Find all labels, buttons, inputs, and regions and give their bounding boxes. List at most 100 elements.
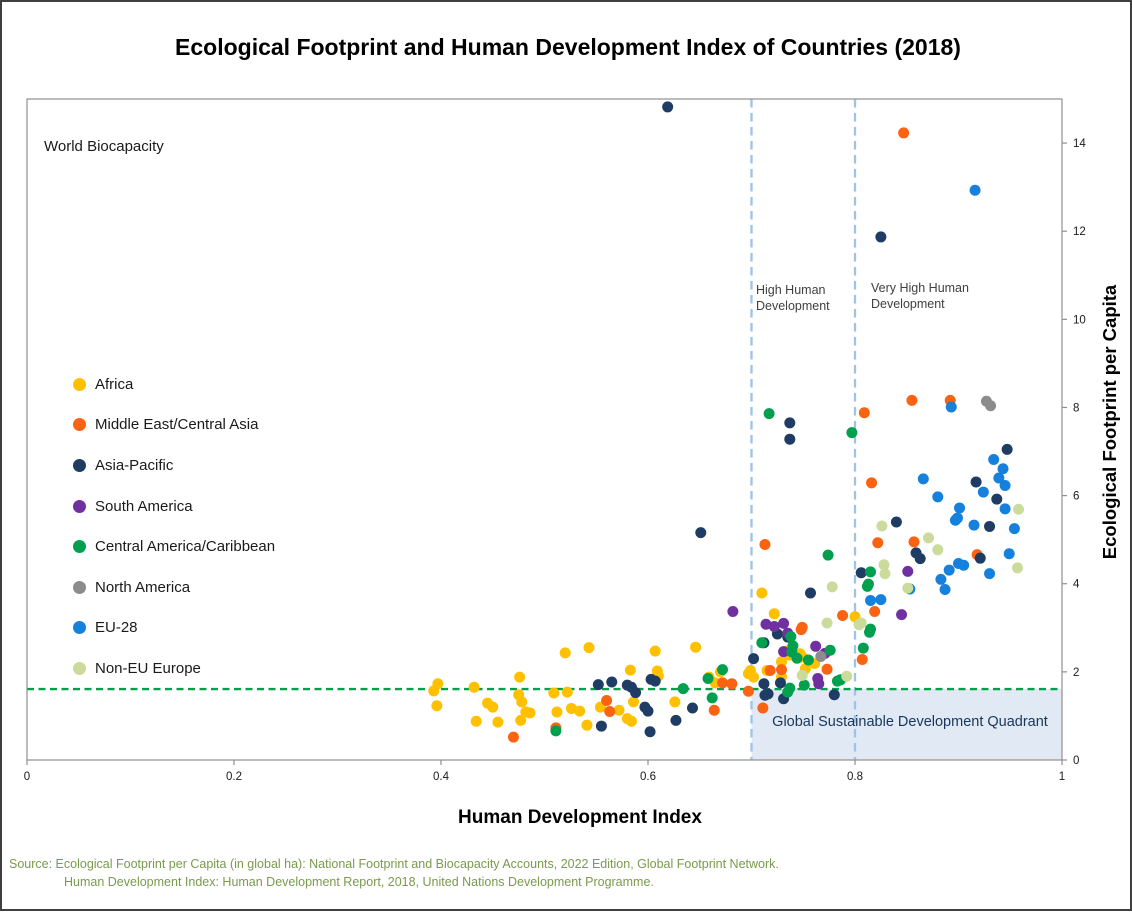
data-point	[822, 664, 833, 675]
chart-legend: AfricaMiddle East/Central AsiaAsia-Pacif…	[73, 364, 275, 689]
data-point	[769, 621, 780, 632]
data-point	[958, 560, 969, 571]
data-point	[932, 544, 943, 555]
data-point	[944, 565, 955, 576]
data-point	[805, 587, 816, 598]
data-point	[593, 679, 604, 690]
data-point	[865, 624, 876, 635]
data-point	[743, 686, 754, 697]
data-point	[606, 677, 617, 688]
data-point	[985, 400, 996, 411]
data-point	[896, 609, 907, 620]
data-point	[550, 725, 561, 736]
world-biocapacity-label: World Biocapacity	[44, 138, 164, 155]
y-tick-label: 2	[1073, 667, 1079, 679]
legend-label: Africa	[95, 376, 133, 393]
data-point	[690, 642, 701, 653]
legend-label: North America	[95, 579, 190, 596]
data-point	[856, 567, 867, 578]
data-point	[869, 606, 880, 617]
data-point	[643, 706, 654, 717]
x-axis-title: Human Development Index	[458, 807, 702, 829]
data-point	[548, 688, 559, 699]
data-point	[858, 643, 869, 654]
legend-dot-icon	[73, 621, 86, 634]
x-tick-label: 0.2	[226, 771, 242, 783]
data-point	[645, 726, 656, 737]
data-point	[784, 417, 795, 428]
data-point	[604, 706, 615, 717]
data-point	[431, 700, 442, 711]
data-point	[492, 717, 503, 728]
data-point	[765, 665, 776, 676]
data-point	[823, 550, 834, 561]
data-point	[813, 678, 824, 689]
data-point	[880, 568, 891, 579]
data-point	[775, 677, 786, 688]
data-point	[784, 434, 795, 445]
data-point	[991, 494, 1002, 505]
legend-item: Non-EU Europe	[73, 648, 275, 689]
legend-dot-icon	[73, 540, 86, 553]
data-point	[891, 517, 902, 528]
data-point	[984, 521, 995, 532]
legend-dot-icon	[73, 662, 86, 675]
data-point	[902, 566, 913, 577]
data-point	[759, 539, 770, 550]
data-point	[923, 532, 934, 543]
data-point	[969, 520, 980, 531]
data-point	[1012, 562, 1023, 573]
page-title: Ecological Footprint and Human Developme…	[2, 34, 1132, 61]
data-point	[825, 645, 836, 656]
legend-item: Africa	[73, 364, 275, 405]
data-point	[764, 408, 775, 419]
data-point	[908, 536, 919, 547]
legend-dot-icon	[73, 418, 86, 431]
legend-label: Asia-Pacific	[95, 457, 173, 474]
x-tick-label: 0.6	[640, 771, 656, 783]
data-point	[797, 670, 808, 681]
legend-item: Asia-Pacific	[73, 445, 275, 486]
data-point	[487, 702, 498, 713]
data-point	[829, 689, 840, 700]
data-point	[898, 127, 909, 138]
data-point	[865, 566, 876, 577]
legend-item: North America	[73, 567, 275, 608]
data-point	[988, 454, 999, 465]
legend-dot-icon	[73, 500, 86, 513]
data-point	[432, 678, 443, 689]
data-point	[1000, 503, 1011, 514]
high-human-development-label: High Human Development	[756, 283, 846, 314]
data-point	[662, 101, 673, 112]
data-point	[758, 678, 769, 689]
data-point	[581, 720, 592, 731]
data-point	[1013, 504, 1024, 515]
data-point	[748, 672, 759, 683]
legend-label: South America	[95, 498, 193, 515]
data-point	[799, 680, 810, 691]
data-point	[970, 185, 981, 196]
data-point	[508, 732, 519, 743]
data-point	[792, 653, 803, 664]
data-point	[872, 537, 883, 548]
data-point	[859, 407, 870, 418]
data-point	[678, 683, 689, 694]
data-point	[1009, 523, 1020, 534]
data-point	[514, 672, 525, 683]
x-tick-label: 0.8	[847, 771, 863, 783]
data-point	[906, 395, 917, 406]
y-tick-label: 4	[1073, 579, 1080, 591]
legend-item: EU-28	[73, 608, 275, 649]
data-point	[846, 427, 857, 438]
data-point	[562, 687, 573, 698]
data-point	[827, 581, 838, 592]
data-point	[978, 487, 989, 498]
data-point	[875, 231, 886, 242]
data-point	[952, 513, 963, 524]
data-point	[560, 647, 571, 658]
data-point	[875, 594, 886, 605]
legend-dot-icon	[73, 459, 86, 472]
legend-label: Central America/Caribbean	[95, 538, 275, 555]
data-point	[1004, 548, 1015, 559]
legend-dot-icon	[73, 378, 86, 391]
